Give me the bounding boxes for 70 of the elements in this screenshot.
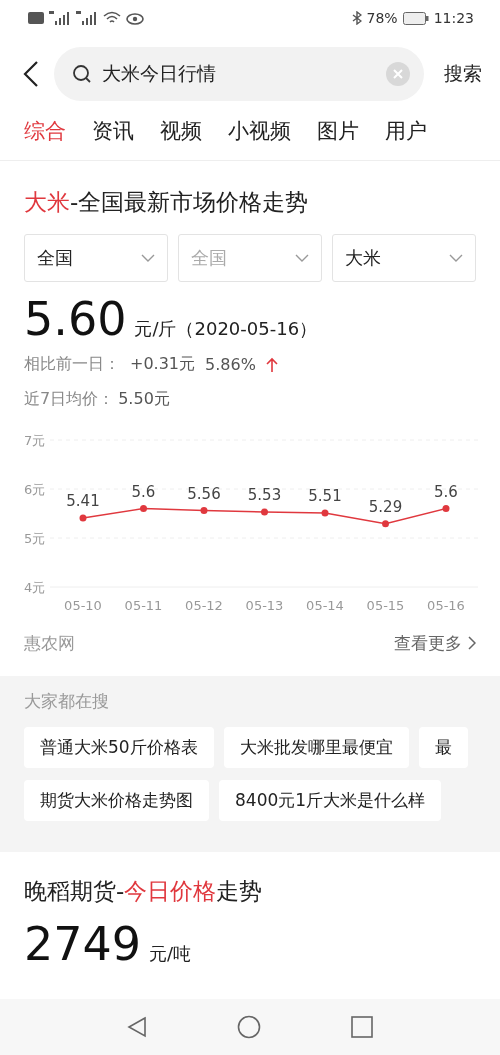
card-title: 大米-全国最新市场价格走势 (24, 188, 310, 217)
data-point (442, 505, 450, 513)
axis-label: 05-14 (306, 598, 344, 613)
change-label: 相比前一日： (24, 354, 120, 375)
axis-label: 05-11 (124, 598, 163, 613)
change-amount: +0.31元 (130, 354, 196, 375)
data-label: 5.56 (187, 484, 221, 503)
data-point (200, 507, 208, 515)
tab[interactable]: 视频 (160, 117, 202, 145)
data-point (382, 520, 389, 528)
battery-percent: 78% (366, 10, 398, 26)
card-title: 晚稻期货-今日价格走势 (24, 877, 264, 906)
bluetooth-icon (351, 11, 362, 25)
data-label: 5.6 (434, 482, 458, 501)
data-label: 5.6 (131, 482, 156, 501)
hd-icon (28, 12, 44, 24)
chevron-right-icon (468, 636, 476, 650)
data-label: 5.29 (368, 497, 403, 516)
tab[interactable]: 资讯 (92, 117, 134, 145)
axis-label: 05-10 (64, 598, 102, 613)
signal-icon (76, 11, 98, 25)
signal-icon (49, 11, 71, 25)
price-value: 2749 (24, 917, 142, 971)
source-label: 惠农网 (24, 631, 75, 655)
tab[interactable]: 小视频 (228, 117, 291, 145)
tab[interactable]: 综合 (24, 117, 66, 145)
axis-label: 4元 (24, 580, 46, 595)
data-point (140, 505, 147, 513)
dropdown[interactable]: 全国 (24, 234, 168, 282)
recents-icon[interactable] (351, 1016, 373, 1038)
wifi-icon (103, 11, 121, 25)
price-value: 5.60 (24, 292, 127, 346)
change-percent: 5.86% (205, 355, 256, 374)
tab[interactable]: 用户 (385, 117, 427, 145)
axis-label: 05-12 (185, 598, 223, 613)
data-label: 5.41 (66, 491, 100, 510)
more-link[interactable]: 查看更多 (394, 631, 476, 655)
average-label: 近7日均价： (24, 389, 115, 410)
search-suggestion[interactable]: 期货大米价格走势图 (24, 780, 209, 821)
search-icon (72, 64, 92, 84)
axis-label: 05-13 (245, 598, 284, 613)
dropdown[interactable]: 大米 (332, 234, 476, 282)
search-suggestion[interactable]: 最 (418, 727, 468, 768)
data-point (321, 509, 329, 517)
data-label: 5.53 (247, 486, 282, 505)
home-icon[interactable] (237, 1015, 261, 1039)
data-point (261, 508, 268, 516)
axis-label: 6元 (24, 482, 46, 497)
search-suggestion[interactable]: 普通大米50斤价格表 (24, 727, 214, 768)
axis-label: 05-15 (366, 598, 405, 613)
battery-icon (402, 11, 429, 25)
search-suggestion[interactable]: 8400元1斤大米是什么样 (219, 780, 442, 821)
data-label: 5.51 (308, 487, 342, 505)
clock: 11:23 (433, 10, 474, 26)
chevron-down-icon (449, 254, 463, 262)
search-field[interactable]: 大米今日行情 (54, 47, 424, 101)
chevron-down-icon (295, 254, 309, 262)
axis-label: 5元 (24, 531, 46, 546)
axis-label: 05-16 (427, 598, 465, 613)
data-point (79, 514, 87, 522)
price-unit: 元/吨 (149, 942, 192, 966)
chevron-down-icon (141, 254, 155, 262)
search-suggestion[interactable]: 大米批发哪里最便宜 (223, 727, 409, 768)
section-title: 大家都在搜 (24, 690, 110, 713)
search-button[interactable]: 搜索 (436, 61, 500, 87)
average-value: 5.50元 (118, 389, 170, 410)
price-unit: 元/斤（2020-05-16） (134, 317, 318, 341)
eye-icon (126, 11, 144, 25)
tab[interactable]: 图片 (317, 117, 359, 145)
axis-label: 7元 (24, 433, 46, 448)
